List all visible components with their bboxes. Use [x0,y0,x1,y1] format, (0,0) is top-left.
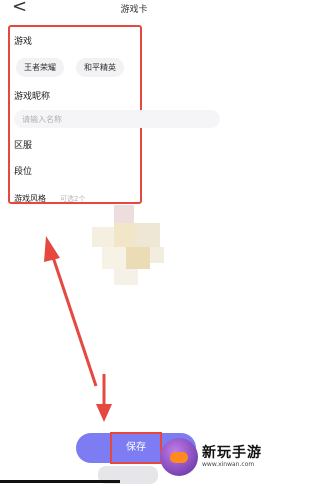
annotation-arrows [44,236,112,422]
home-indicator [0,480,120,483]
watermark-text: 新玩手游 [202,445,262,461]
gamepad-logo-icon [160,438,198,476]
watermark-url: www.xinwan.com [202,461,255,468]
save-button-highlight [110,432,162,464]
